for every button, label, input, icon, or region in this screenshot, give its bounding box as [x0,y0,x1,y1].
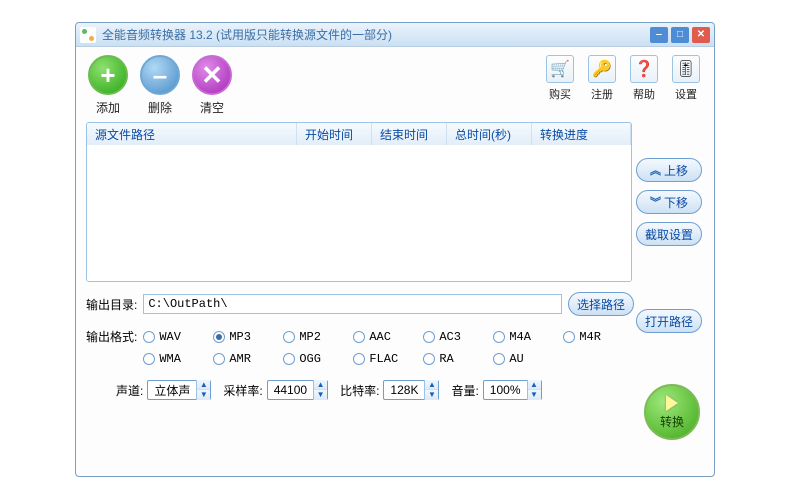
app-window: 全能音频转换器 13.2 (试用版只能转换源文件的一部分) ‒ □ ✕ + 添加… [75,22,715,477]
format-radio-mp2[interactable]: MP2 [283,326,353,348]
format-radio-m4r[interactable]: M4R [563,326,633,348]
samplerate-spinner[interactable]: 44100 ▲▼ [267,380,328,400]
col-end[interactable]: 结束时间 [372,123,447,145]
col-progress[interactable]: 转换进度 [532,123,631,145]
key-icon: 🔑 [588,55,616,83]
help-button[interactable]: ❓ 帮助 [626,55,662,102]
radio-icon [283,331,295,343]
app-icon [80,27,96,43]
volume-label: 音量: [451,382,478,399]
titlebar: 全能音频转换器 13.2 (试用版只能转换源文件的一部分) ‒ □ ✕ [76,23,714,47]
minimize-button[interactable]: ‒ [650,27,668,43]
radio-icon [563,331,575,343]
question-icon: ❓ [630,55,658,83]
buy-button[interactable]: 🛒 购买 [542,55,578,102]
output-dir-label: 输出目录: [86,296,137,313]
choose-path-button[interactable]: 选择路径 [568,292,634,316]
format-radio-wma[interactable]: WMA [143,348,213,370]
plus-icon: + [88,55,128,95]
col-start[interactable]: 开始时间 [297,123,372,145]
move-down-button[interactable]: ︾下移 [636,190,702,214]
clear-button[interactable]: ✕ 清空 [190,55,234,116]
format-radio-amr[interactable]: AMR [213,348,283,370]
settings-button[interactable]: 🎚 设置 [668,55,704,102]
radio-icon [423,331,435,343]
chevron-down-icon[interactable]: ▼ [528,390,541,400]
sliders-icon: 🎚 [672,55,700,83]
minus-icon: – [140,55,180,95]
add-button[interactable]: + 添加 [86,55,130,116]
open-path-button[interactable]: 打开路径 [636,309,702,333]
register-button[interactable]: 🔑 注册 [584,55,620,102]
format-radio-m4a[interactable]: M4A [493,326,563,348]
chevron-down-icon[interactable]: ▼ [425,390,438,400]
col-path[interactable]: 源文件路径 [87,123,297,145]
format-radio-ogg[interactable]: OGG [283,348,353,370]
bitrate-spinner[interactable]: 128K ▲▼ [383,380,439,400]
format-radio-mp3[interactable]: MP3 [213,326,283,348]
col-total[interactable]: 总时间(秒) [447,123,532,145]
file-list[interactable]: 源文件路径 开始时间 结束时间 总时间(秒) 转换进度 [86,122,632,282]
radio-icon [143,353,155,365]
radio-icon [493,331,505,343]
maximize-button[interactable]: □ [671,27,689,43]
list-header: 源文件路径 开始时间 结束时间 总时间(秒) 转换进度 [87,123,631,145]
format-radio-ra[interactable]: RA [423,348,493,370]
format-radio-wav[interactable]: WAV [143,326,213,348]
chevron-up-icon[interactable]: ▲ [314,380,327,390]
radio-icon [493,353,505,365]
format-radio-aac[interactable]: AAC [353,326,423,348]
channel-label: 声道: [116,382,143,399]
format-radio-ac3[interactable]: AC3 [423,326,493,348]
window-title: 全能音频转换器 13.2 (试用版只能转换源文件的一部分) [102,26,650,43]
channel-spinner[interactable]: 立体声 ▲▼ [147,380,211,400]
radio-icon [213,353,225,365]
output-dir-input[interactable] [143,294,562,314]
convert-button[interactable]: 转换 [644,384,700,440]
move-up-button[interactable]: ︽上移 [636,158,702,182]
play-icon [666,395,678,411]
chevron-down-icon[interactable]: ▼ [197,390,210,400]
delete-button[interactable]: – 删除 [138,55,182,116]
chevron-down-icon[interactable]: ▼ [314,390,327,400]
bitrate-label: 比特率: [340,382,379,399]
radio-icon [353,331,365,343]
volume-spinner[interactable]: 100% ▲▼ [483,380,542,400]
cart-icon: 🛒 [546,55,574,83]
format-radio-au[interactable]: AU [493,348,563,370]
radio-icon [143,331,155,343]
chevron-up-icon[interactable]: ▲ [197,380,210,390]
format-radio-flac[interactable]: FLAC [353,348,423,370]
radio-icon [423,353,435,365]
close-button[interactable]: ✕ [692,27,710,43]
chevron-up-icon[interactable]: ▲ [425,380,438,390]
capture-settings-button[interactable]: 截取设置 [636,222,702,246]
format-group: WAVMP3MP2AACAC3M4AM4R WMAAMROGGFLACRAAU [143,326,643,370]
x-icon: ✕ [192,55,232,95]
radio-icon [283,353,295,365]
window-controls: ‒ □ ✕ [650,27,710,43]
output-format-label: 输出格式: [86,326,137,345]
radio-icon [213,331,225,343]
chevron-up-icon[interactable]: ▲ [528,380,541,390]
radio-icon [353,353,365,365]
list-body[interactable] [87,145,631,281]
content-area: + 添加 – 删除 ✕ 清空 🛒 购买 🔑 [76,47,714,408]
samplerate-label: 采样率: [223,382,262,399]
